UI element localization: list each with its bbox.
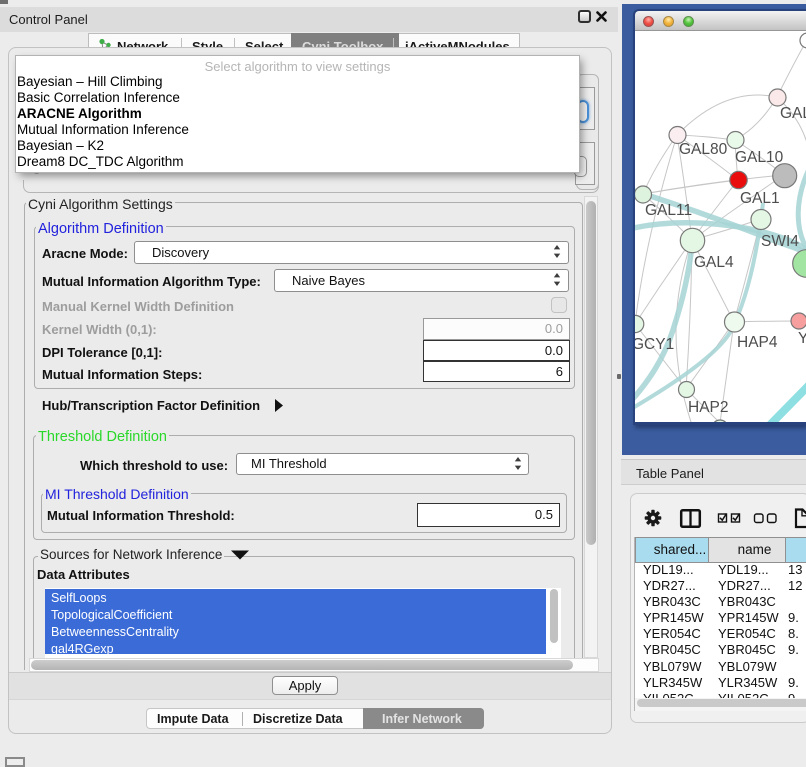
svg-text:GAL1: GAL1 [740,190,780,207]
svg-text:HAP2: HAP2 [688,399,729,416]
svg-text:SWI4: SWI4 [761,233,799,250]
svg-text:GAL80: GAL80 [679,141,728,158]
svg-text:GAL4: GAL4 [694,254,734,271]
svg-text:HAP4: HAP4 [737,334,778,351]
svg-text:GAL10: GAL10 [735,149,784,166]
svg-text:GCY1: GCY1 [635,336,674,353]
svg-text:GAL11: GAL11 [645,202,692,219]
svg-text:GAL2: GAL2 [780,105,806,122]
svg-text:Y: Y [798,330,806,347]
